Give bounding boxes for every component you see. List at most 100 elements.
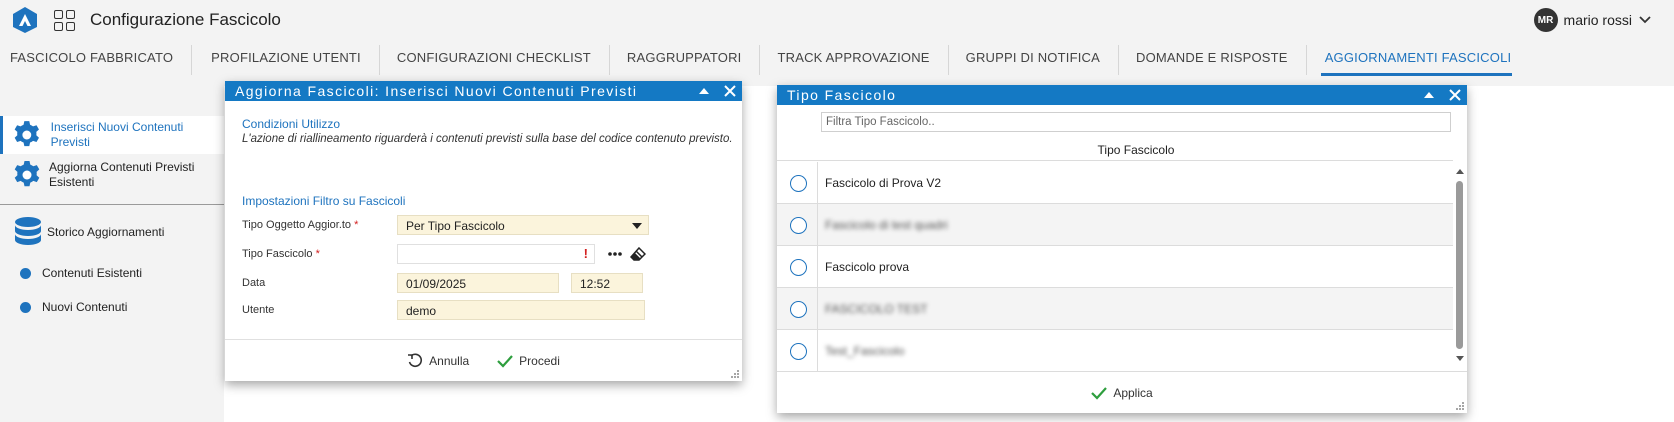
- conditions-text: L'azione di riallineamento riguarderà i …: [242, 133, 733, 145]
- tab-domande-e-risposte[interactable]: DOMANDE E RISPOSTE: [1119, 42, 1307, 76]
- tab-label: GRUPPI DI NOTIFICA: [965, 50, 1100, 65]
- sidebar-item-storico[interactable]: Storico Aggiornamenti: [0, 214, 210, 250]
- active-tab-underline: [1320, 73, 1513, 76]
- required-marker: *: [354, 219, 359, 231]
- sidebar-item-contenuti-esistenti[interactable]: Contenuti Esistenti: [0, 260, 210, 286]
- tab-profilazione-utenti[interactable]: PROFILAZIONE UTENTI: [192, 42, 380, 76]
- tab-label: DOMANDE E RISPOSTE: [1136, 50, 1288, 65]
- tab-configurazioni-checklist[interactable]: CONFIGURAZIONI CHECKLIST: [380, 42, 610, 76]
- row-label: Fascicolo di test quadri: [825, 218, 948, 232]
- filter-section-title: Impostazioni Filtro su Fascicoli: [242, 194, 406, 208]
- column-header: Tipo Fascicolo: [777, 137, 1453, 161]
- date-label: Data: [242, 277, 266, 289]
- proceed-button[interactable]: Procedi: [497, 354, 560, 368]
- date-field[interactable]: 01/09/2025: [397, 273, 559, 293]
- required-marker: *: [315, 248, 320, 260]
- row-label: FASCICOLO TEST: [825, 302, 928, 316]
- top-bar: Configurazione Fascicolo MR mario rossi: [0, 0, 1674, 40]
- dialog-header: Tipo Fascicolo: [777, 85, 1467, 105]
- row-label: Fascicolo di Prova V2: [825, 176, 942, 190]
- tab-aggiornamenti-fascicoli[interactable]: AGGIORNAMENTI FASCICOLI: [1307, 42, 1531, 76]
- filter-input[interactable]: Filtra Tipo Fascicolo..: [821, 112, 1451, 132]
- tab-raggruppatori[interactable]: RAGGRUPPATORI: [610, 42, 761, 76]
- gear-icon: [14, 121, 39, 147]
- sidebar-item-nuovi-contenuti[interactable]: Nuovi Contenuti: [0, 294, 210, 320]
- scrollbar[interactable]: [1456, 181, 1463, 349]
- more-options-icon[interactable]: [607, 249, 623, 259]
- scroll-up-icon[interactable]: [1455, 167, 1465, 175]
- warning-icon: !: [583, 246, 588, 261]
- apply-button[interactable]: Applica: [1091, 385, 1153, 400]
- proceed-label: Procedi: [519, 353, 560, 368]
- app-title: Configurazione Fascicolo: [90, 10, 281, 29]
- field-label-text: Tipo Fascicolo: [242, 248, 313, 260]
- radio-button[interactable]: [790, 343, 807, 360]
- collapse-icon[interactable]: [1421, 87, 1437, 103]
- cancel-label: Annulla: [429, 353, 470, 368]
- select-value: Per Tipo Fascicolo: [406, 219, 505, 233]
- eraser-icon[interactable]: [630, 247, 646, 261]
- user-menu[interactable]: MR mario rossi: [1533, 8, 1652, 32]
- user-name: mario rossi: [1563, 12, 1632, 28]
- check-icon: [497, 354, 513, 368]
- sidebar-item-label: Storico Aggiornamenti: [47, 224, 165, 239]
- radio-button[interactable]: [790, 301, 807, 318]
- dot-icon: [20, 301, 31, 313]
- sidebar-item-label: Aggiorna Contenuti Previsti Esistenti: [49, 160, 195, 189]
- user-field[interactable]: demo: [397, 300, 645, 320]
- apply-label: Applica: [1113, 385, 1153, 400]
- app-grid-icon[interactable]: [54, 10, 75, 31]
- dialog-title: Tipo Fascicolo: [787, 87, 897, 103]
- resize-handle-icon[interactable]: [730, 369, 740, 379]
- conditions-title: Condizioni Utilizzo: [242, 117, 341, 131]
- radio-button[interactable]: [790, 175, 807, 192]
- tab-label: FASCICOLO FABBRICATO: [10, 50, 174, 65]
- cancel-button[interactable]: Annulla: [407, 353, 469, 369]
- cell-divider: [817, 204, 818, 246]
- tab-label: AGGIORNAMENTI FASCICOLI: [1324, 50, 1512, 65]
- object-type-label: Tipo Oggetto Aggior.to *: [242, 219, 358, 231]
- chevron-down-icon: [1639, 16, 1651, 24]
- database-icon: [15, 217, 41, 245]
- avatar: MR: [1533, 8, 1558, 32]
- close-icon[interactable]: [1447, 87, 1463, 103]
- radio-button[interactable]: [790, 217, 807, 234]
- tab-track-approvazione[interactable]: TRACK APPROVAZIONE: [760, 42, 949, 76]
- table-row[interactable]: Test_Fascicolo: [777, 330, 1453, 372]
- check-icon: [1091, 386, 1108, 400]
- table-row[interactable]: FASCICOLO TEST: [777, 288, 1453, 330]
- tab-label: PROFILAZIONE UTENTI: [211, 50, 361, 65]
- brand-logo-icon[interactable]: [11, 6, 39, 34]
- sidebar-item-aggiorna-esistenti[interactable]: Aggiorna Contenuti Previsti Esistenti: [0, 156, 210, 194]
- radio-button[interactable]: [790, 259, 807, 276]
- table-row[interactable]: Fascicolo di test quadri: [777, 204, 1453, 246]
- tab-gruppi-di-notifica[interactable]: GRUPPI DI NOTIFICA: [949, 42, 1120, 76]
- sidebar-divider: [0, 204, 224, 205]
- tab-fascicolo-fabbricato[interactable]: FASCICOLO FABBRICATO: [0, 42, 193, 76]
- table-row[interactable]: Fascicolo prova: [777, 246, 1453, 288]
- scroll-down-icon[interactable]: [1455, 355, 1465, 363]
- dialog-footer: Applica: [777, 371, 1467, 413]
- tab-label: TRACK APPROVAZIONE: [777, 50, 930, 65]
- dialog-title: Aggiorna Fascicoli: Inserisci Nuovi Cont…: [235, 83, 638, 99]
- dialog-footer: Annulla Procedi: [225, 339, 742, 381]
- close-icon[interactable]: [722, 83, 738, 99]
- table-row[interactable]: Fascicolo di Prova V2: [777, 162, 1453, 204]
- collapse-icon[interactable]: [696, 83, 712, 99]
- tab-label: RAGGRUPPATORI: [626, 50, 742, 65]
- dot-icon: [20, 267, 31, 279]
- dossier-type-input[interactable]: !: [397, 244, 595, 264]
- object-type-select[interactable]: Per Tipo Fascicolo: [397, 215, 649, 235]
- dropdown-arrow-icon: [632, 223, 642, 229]
- sidebar: Inserisci Nuovi Contenuti Previsti Aggio…: [0, 116, 224, 422]
- sidebar-item-inserisci-nuovi[interactable]: Inserisci Nuovi Contenuti Previsti: [0, 116, 224, 154]
- resize-handle-icon[interactable]: [1455, 401, 1465, 411]
- cell-divider: [817, 330, 818, 372]
- cell-divider: [817, 288, 818, 330]
- undo-icon: [408, 353, 423, 367]
- gear-icon: [14, 161, 40, 187]
- dialog-header: Aggiorna Fascicoli: Inserisci Nuovi Cont…: [225, 81, 742, 101]
- row-label: Fascicolo prova: [825, 260, 910, 274]
- time-field[interactable]: 12:52: [571, 273, 643, 293]
- field-label-text: Tipo Oggetto Aggior.to: [242, 219, 352, 231]
